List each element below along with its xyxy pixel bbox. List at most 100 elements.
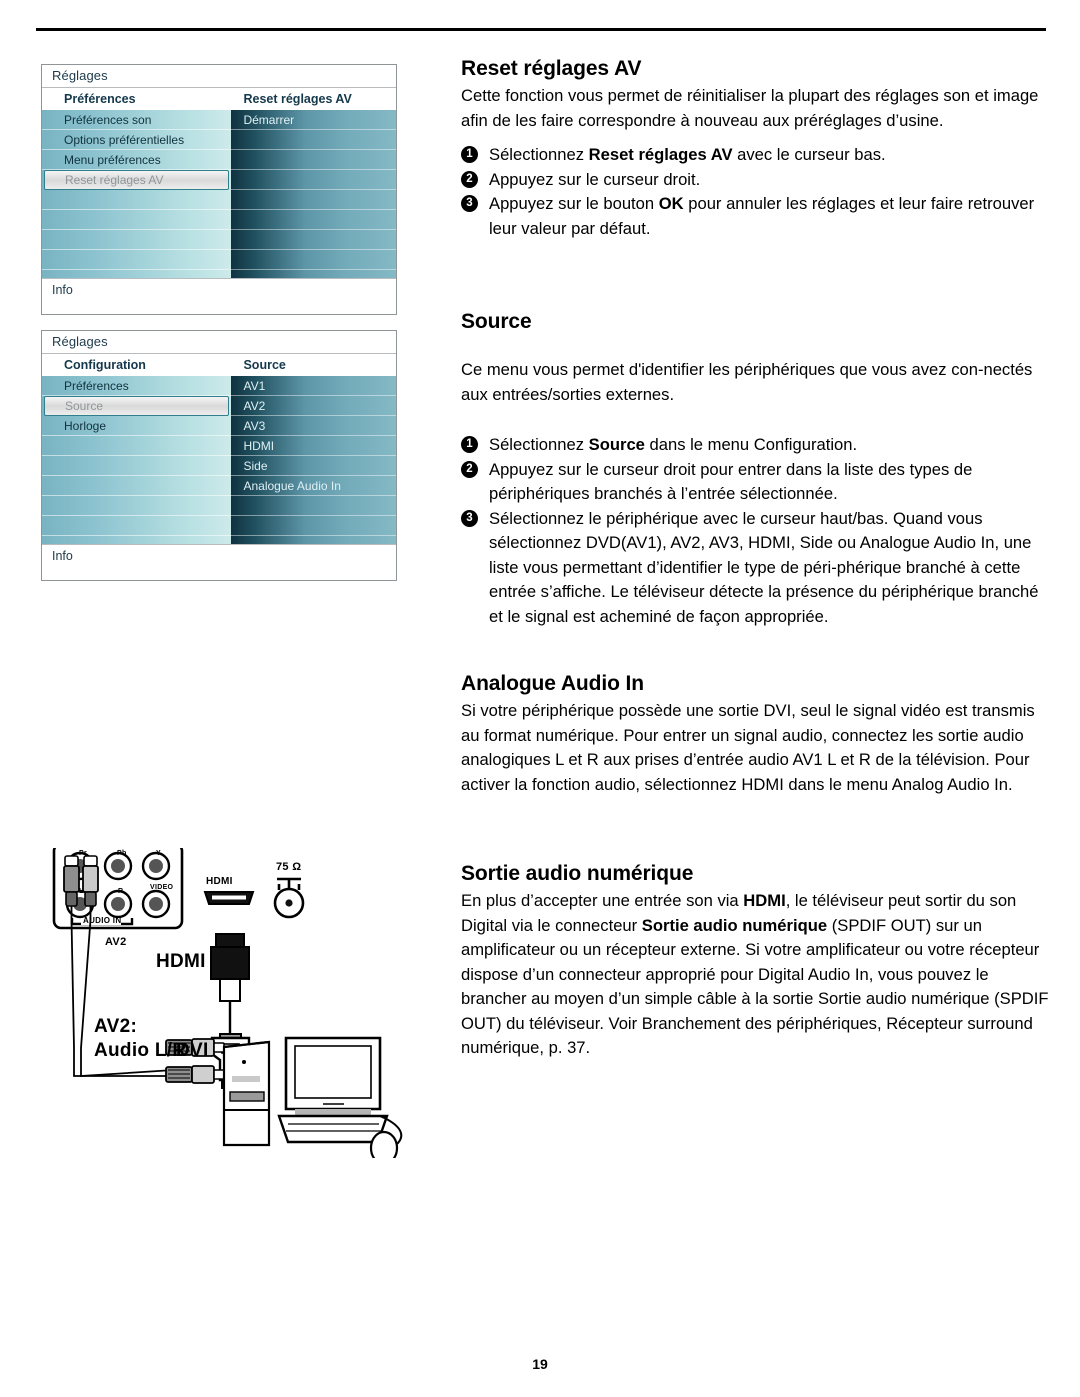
header-rule (36, 28, 1046, 31)
antenna-impedance-label: 75 Ω (276, 861, 302, 873)
menu2-right-item-blank-1 (231, 516, 396, 536)
menu2-right-header: Source (231, 354, 396, 376)
menu1-right-item-blank-5 (231, 230, 396, 250)
jack-label-y: Y (156, 850, 161, 857)
reset-av-step-3: 3 Appuyez sur le bouton OK pour annuler l… (461, 192, 1049, 241)
menu1-left-item-3-selected[interactable]: Reset réglages AV (44, 170, 230, 190)
source-steps: 1 Sélectionnez Source dans le menu Config… (461, 433, 1049, 629)
jack-label-l: L (79, 888, 84, 895)
menu2-left-item-blank-3 (42, 496, 232, 516)
step-number-badge: 1 (461, 146, 478, 163)
menu1-left-item-blank-3 (42, 250, 232, 270)
jack-label-r: R (118, 888, 124, 895)
tv-menu-source: Réglages Configuration Préférences Sourc… (41, 330, 397, 581)
step-text-post: avec le curseur bas. (732, 145, 886, 164)
spdif-bold-hdmi: HDMI (743, 891, 786, 910)
connection-diagram-svg (52, 842, 403, 1166)
menu2-info-label: Info (42, 544, 396, 580)
menu2-right-item-1[interactable]: AV2 (231, 396, 396, 416)
menu1-right-item-blank-0 (231, 130, 396, 150)
section-sortie-audio-numerique: Sortie audio numérique En plus d’accepte… (461, 862, 1049, 1061)
menu2-right-column: Source AV1 AV2 AV3 HDMI Side Analogue Au… (231, 354, 396, 544)
menu2-right-item-0[interactable]: AV1 (231, 376, 396, 396)
menu1-left-item-blank-1 (42, 210, 232, 230)
step-number-badge: 3 (461, 509, 478, 527)
analogue-audio-in-paragraph: Si votre périphérique possède une sortie… (461, 701, 1035, 794)
menu1-right-item-blank-4 (231, 210, 396, 230)
menu2-left-item-2[interactable]: Horloge (42, 416, 232, 436)
audio-in-label: AUDIO IN (83, 916, 122, 925)
step-text-pre: Appuyez sur le bouton (489, 194, 659, 213)
spdif-paragraph: En plus d’accepter une entrée son via HD… (461, 889, 1049, 1061)
menu1-right-header: Reset réglages AV (231, 88, 396, 110)
step-text-pre: Sélectionnez (489, 145, 589, 164)
menu2-right-item-5[interactable]: Analogue Audio In (231, 476, 396, 496)
section-source: Source Ce menu vous permet d'identifier … (461, 310, 1049, 629)
menu1-right-item-blank-6 (231, 250, 396, 270)
menu2-right-item-4[interactable]: Side (231, 456, 396, 476)
menu2-left-item-blank-1 (42, 456, 232, 476)
menu1-right-item-0[interactable]: Démarrer (231, 110, 396, 130)
menu1-right-item-blank-1 (231, 150, 396, 170)
menu1-right-item-blank-3 (231, 190, 396, 210)
menu1-left-item-blank-0 (42, 190, 232, 210)
hdmi-port-icon (203, 891, 255, 905)
jack-label-pr: Pr (79, 850, 87, 857)
step-number-badge: 2 (461, 170, 478, 188)
menu1-left-column: Préférences Préférences son Options préf… (42, 88, 232, 278)
menu2-left-item-blank-0 (42, 436, 232, 456)
menu2-columns: Configuration Préférences Source Horloge… (42, 354, 396, 544)
spdif-heading: Sortie audio numérique (461, 862, 694, 885)
pc-tower-icon (222, 1040, 271, 1147)
reset-av-heading: Reset réglages AV (461, 57, 642, 80)
menu1-left-item-blank-2 (42, 230, 232, 250)
step-text-post: dans le menu Configuration. (644, 435, 858, 454)
menu1-left-header: Préférences (42, 88, 232, 110)
step-text-pre: Sélectionnez le périphérique avec le cur… (489, 508, 1039, 626)
menu2-right-item-3[interactable]: HDMI (231, 436, 396, 456)
jack-label-pb: Pb (117, 850, 127, 857)
menu2-left-column: Configuration Préférences Source Horloge (42, 354, 232, 544)
section-reset-av: Reset réglages AV Cette fonction vous pe… (461, 57, 1049, 241)
jack-label-video: VIDEO (150, 884, 174, 891)
menu1-columns: Préférences Préférences son Options préf… (42, 88, 396, 278)
av2-cable-label-line2: Audio L/R (94, 1040, 187, 1061)
step-text-bold: Source (588, 435, 645, 454)
step-number-badge: 2 (461, 460, 478, 478)
step-text-bold: OK (658, 194, 684, 213)
hdmi-plug-icon (210, 933, 250, 1034)
spdif-text-1: En plus d’accepter une entrée son via (461, 891, 744, 910)
step-text-bold: Reset réglages AV (588, 145, 733, 164)
av2-cable-label-line1: AV2: (94, 1016, 138, 1037)
tv-menu-reset-av: Réglages Préférences Préférences son Opt… (41, 64, 397, 315)
menu1-left-item-2[interactable]: Menu préférences (42, 150, 232, 170)
page-root: Réglages Préférences Préférences son Opt… (0, 0, 1080, 1397)
menu1-left-item-1[interactable]: Options préférentielles (42, 130, 232, 150)
menu2-left-item-1-selected[interactable]: Source (44, 396, 230, 416)
step-number-badge: 1 (461, 436, 478, 453)
menu2-right-item-2[interactable]: AV3 (231, 416, 396, 436)
crt-monitor-icon (277, 1036, 389, 1144)
section-analogue-audio-in: Analogue Audio In Si votre périphérique … (461, 672, 1049, 797)
menu1-info-label: Info (42, 278, 396, 314)
page-number: 19 (532, 1356, 548, 1372)
menu2-left-item-blank-2 (42, 476, 232, 496)
source-paragraph: Ce menu vous permet d'identifier les pér… (461, 360, 1033, 404)
menu2-right-item-blank-0 (231, 496, 396, 516)
antenna-port-icon (273, 877, 305, 919)
spdif-text-3: (SPDIF OUT) sur un amplificateur ou un r… (461, 915, 1049, 1058)
hdmi-cable-label: HDMI (156, 951, 206, 972)
connection-diagram: Pr Pb Y L R VIDEO AUDIO IN AV2 HDMI 75 Ω… (48, 842, 428, 1166)
step-text-pre: Appuyez sur le curseur droit. (489, 169, 701, 189)
analogue-audio-in-heading: Analogue Audio In (461, 672, 645, 695)
reset-av-steps: 1 Sélectionnez Reset réglages AV avec le … (461, 143, 1049, 241)
menu1-left-item-0[interactable]: Préférences son (42, 110, 232, 130)
reset-av-step-2: 2 Appuyez sur le curseur droit. (461, 168, 1049, 193)
source-heading: Source (461, 310, 532, 333)
source-step-2: 2 Appuyez sur le curseur droit pour entre… (461, 458, 1049, 507)
step-text-pre: Sélectionnez (489, 435, 589, 454)
source-step-3: 3 Sélectionnez le périphérique avec le cu… (461, 507, 1049, 630)
menu2-title: Réglages (42, 331, 396, 354)
menu2-left-item-0[interactable]: Préférences (42, 376, 232, 396)
menu1-right-column: Reset réglages AV Démarrer (231, 88, 396, 278)
